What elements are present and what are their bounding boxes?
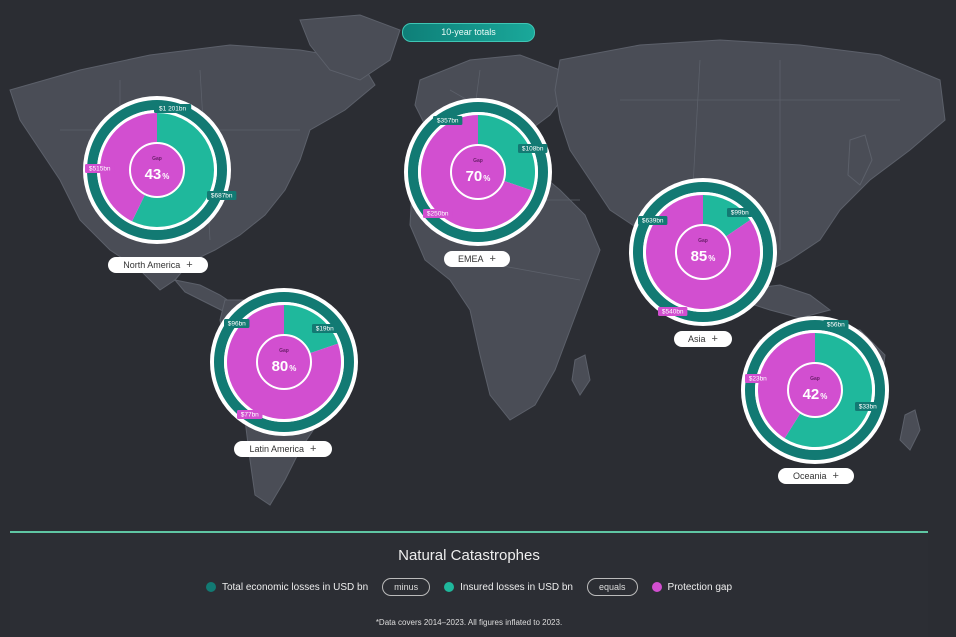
insured-tag-text: $19bn xyxy=(316,326,334,333)
gap-tag: $23bn xyxy=(745,374,771,383)
donut-emea: Gap 70% $357bn $108bn $250bn xyxy=(393,87,563,262)
gap-word: Gap xyxy=(698,238,708,244)
total-tag-text: $639bn xyxy=(642,218,664,225)
region-button-emea[interactable]: EMEA + xyxy=(444,251,510,267)
total-tag: $639bn xyxy=(638,216,668,225)
legend-row: Total economic losses in USD bn minus In… xyxy=(10,578,928,596)
equals-operator: equals xyxy=(587,578,638,596)
legend-label-total: Total economic losses in USD bn xyxy=(221,581,369,593)
insured-tag-text: $687bn xyxy=(211,193,233,200)
insured-tag: $19bn xyxy=(312,324,338,333)
legend-item-gap: Protection gap xyxy=(651,581,733,593)
insured-tag-text: $99bn xyxy=(731,210,749,217)
insured-tag: $33bn xyxy=(855,402,881,411)
legend-label-gap: Protection gap xyxy=(667,581,733,593)
legend-title: Natural Catastrophes xyxy=(398,547,540,564)
gap-tag-text: $515bn xyxy=(89,166,111,173)
donut-latin-america: Gap 80% $96bn $19bn $77bn xyxy=(199,277,369,452)
donut-north-america: Gap 43% $1 201bn $687bn $515bn xyxy=(72,85,242,260)
insured-tag-text: $33bn xyxy=(859,404,877,411)
gap-word: Gap xyxy=(279,348,289,354)
gap-tag: $250bn xyxy=(423,209,453,218)
gap-tag-text: $540bn xyxy=(662,309,684,316)
insured-tag: $99bn xyxy=(727,208,753,217)
plus-icon: + xyxy=(489,253,496,265)
legend-item-insured: Insured losses in USD bn xyxy=(444,582,573,593)
legend-dot-total xyxy=(205,582,216,592)
region-button-label: Latin America xyxy=(249,444,305,454)
total-tag-text: $1 201bn xyxy=(159,106,186,113)
insured-tag: $108bn xyxy=(518,144,548,153)
region-button-asia[interactable]: Asia + xyxy=(674,331,732,347)
region-button-oceania[interactable]: Oceania + xyxy=(778,468,854,484)
plus-icon: + xyxy=(310,443,317,455)
legend-dot-insured xyxy=(444,582,455,592)
insured-tag-text: $108bn xyxy=(522,146,544,153)
region-button-label: Oceania xyxy=(793,471,827,481)
donut-oceania: Gap 42% $56bn $33bn $23bn xyxy=(730,305,900,480)
total-tag-text: $96bn xyxy=(228,321,246,328)
region-button-north-america[interactable]: North America + xyxy=(108,257,208,273)
region-button-latin-america[interactable]: Latin America + xyxy=(234,441,332,457)
legend-panel: Natural Catastrophes Total economic loss… xyxy=(10,531,928,637)
plus-icon: + xyxy=(711,333,718,345)
total-tag-text: $56bn xyxy=(827,322,845,329)
plus-icon: + xyxy=(832,470,839,482)
minus-operator: minus xyxy=(382,578,431,596)
gap-tag-text: $250bn xyxy=(427,211,449,218)
region-button-label: North America xyxy=(123,260,181,270)
region-button-label: Asia xyxy=(688,334,706,344)
insured-tag: $687bn xyxy=(207,191,237,200)
gap-tag-text: $23bn xyxy=(749,376,767,383)
gap-word: Gap xyxy=(473,158,483,164)
gap-tag: $77bn xyxy=(237,410,263,419)
legend-label-insured: Insured losses in USD bn xyxy=(460,581,573,593)
total-tag: $96bn xyxy=(224,319,250,328)
legend-item-total: Total economic losses in USD bn xyxy=(205,581,369,593)
gap-tag: $515bn xyxy=(85,164,115,173)
total-tag: $357bn xyxy=(433,116,463,125)
gap-tag-text: $77bn xyxy=(241,412,259,419)
gap-word: Gap xyxy=(152,156,162,162)
gap-word: Gap xyxy=(810,376,820,382)
plus-icon: + xyxy=(186,259,193,271)
ten-year-totals-badge: 10-year totals xyxy=(402,23,535,42)
footnote: *Data covers 2014–2023. All figures infl… xyxy=(375,618,563,627)
region-button-label: EMEA xyxy=(458,254,484,264)
total-tag-text: $357bn xyxy=(437,118,459,125)
total-tag: $56bn xyxy=(823,320,849,329)
legend-dot-gap xyxy=(651,582,662,592)
total-tag: $1 201bn xyxy=(154,104,192,113)
gap-tag: $540bn xyxy=(658,307,688,316)
